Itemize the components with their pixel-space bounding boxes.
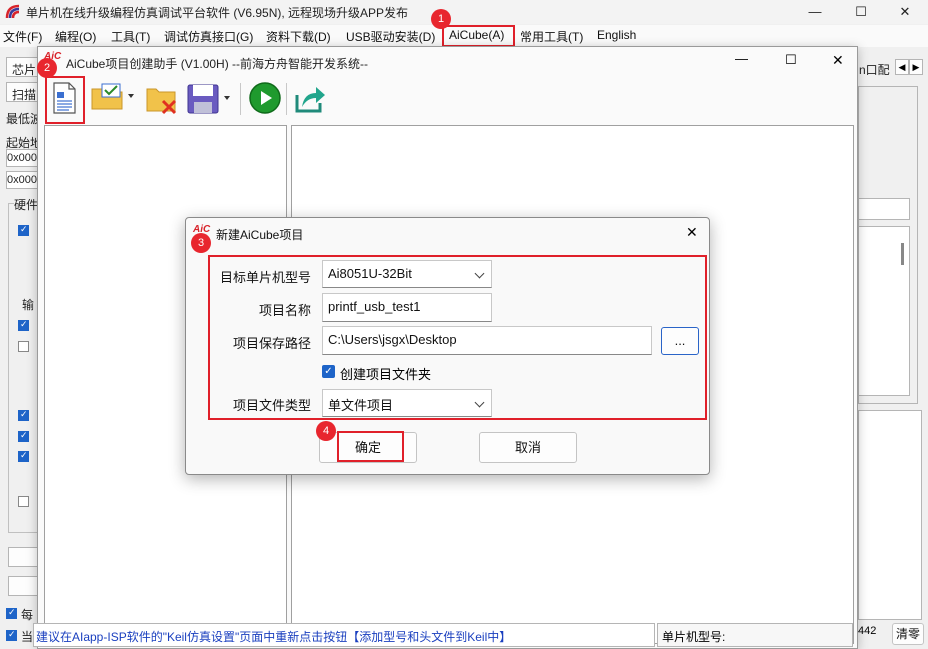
hint-text: 建议在AIapp-ISP软件的"Keil仿真设置"页面中重新点击按钮【添加型号和…: [36, 630, 512, 644]
io-label: 输: [22, 298, 35, 312]
start-addr-field[interactable]: 0x000: [6, 149, 38, 167]
scan-button[interactable]: 扫描: [6, 82, 38, 102]
hint-field: 建议在AIapp-ISP软件的"Keil仿真设置"页面中重新点击按钮【添加型号和…: [33, 623, 655, 647]
current-checkbox[interactable]: [6, 629, 17, 641]
hw-option-checkbox-5[interactable]: [18, 496, 29, 507]
main-window-title: 单片机在线升级编程仿真调试平台软件 (V6.95N), 远程现场升级APP发布: [26, 6, 409, 20]
hw-option-checkbox-4[interactable]: [18, 450, 29, 462]
each-time-label: 每: [21, 608, 34, 622]
hw-option-checkbox-2[interactable]: [18, 409, 29, 421]
close-project-button[interactable]: [145, 81, 179, 117]
app-logo-icon: [5, 4, 20, 19]
hw-option-checkbox-1[interactable]: [18, 224, 29, 236]
close-button[interactable]: ✕: [882, 0, 928, 24]
scrollbar-thumb[interactable]: [901, 243, 904, 265]
main-title-bar: 单片机在线升级编程仿真调试平台软件 (V6.95N), 远程现场升级APP发布 …: [0, 0, 928, 24]
right-panel-list: [858, 226, 910, 396]
dialog-close-button[interactable]: ✕: [686, 224, 698, 241]
menu-debug-interface[interactable]: 调试仿真接口(G): [164, 28, 253, 45]
status-bar: 当 建议在AIapp-ISP软件的"Keil仿真设置"页面中重新点击按钮【添加型…: [0, 623, 928, 649]
io-option-checkbox-1[interactable]: [18, 319, 29, 331]
menu-file[interactable]: 文件(F): [3, 28, 42, 45]
highlight-dialog-fields: [208, 255, 707, 420]
count-value: 442: [858, 625, 877, 637]
step-badge-3: 3: [191, 233, 211, 253]
open-project-button[interactable]: [90, 81, 136, 117]
end-addr-field[interactable]: 0x000: [6, 171, 38, 189]
highlight-new-project: [45, 76, 85, 124]
folder-delete-icon: [146, 88, 177, 115]
right-output-area: [858, 410, 922, 620]
step-badge-4: 4: [316, 421, 336, 441]
current-label: 当: [21, 630, 34, 644]
play-icon: [249, 82, 281, 114]
each-time-checkbox[interactable]: [6, 607, 17, 619]
share-export-icon: [295, 87, 325, 113]
clear-button[interactable]: 清零: [892, 623, 924, 645]
save-disk-icon: [187, 84, 230, 114]
highlight-aicube-menu: [442, 25, 515, 47]
cancel-button[interactable]: 取消: [479, 432, 577, 463]
hw-option-checkbox-3[interactable]: [18, 430, 29, 442]
menu-downloads[interactable]: 资料下载(D): [266, 28, 331, 45]
save-project-button[interactable]: [186, 81, 234, 117]
tab-scroll-right-icon[interactable]: ▶: [909, 59, 923, 75]
wizard-close-button[interactable]: ✕: [832, 52, 846, 68]
open-folder-icon: [91, 83, 134, 110]
menu-tools[interactable]: 工具(T): [111, 28, 150, 45]
toolbar-separator-2: [286, 83, 287, 115]
side-button-1[interactable]: [8, 547, 38, 567]
right-panel-field[interactable]: [858, 198, 910, 220]
right-tab-label[interactable]: n口配: [859, 61, 890, 78]
side-button-2[interactable]: [8, 576, 38, 596]
mcu-type-label: 单片机型号:: [662, 630, 726, 644]
step-badge-1: 1: [431, 9, 451, 29]
wizard-minimize-button[interactable]: —: [735, 52, 749, 67]
wizard-maximize-button[interactable]: ☐: [785, 52, 799, 67]
io-option-checkbox-2[interactable]: [18, 341, 29, 352]
tab-scroll-left-icon[interactable]: ◀: [895, 59, 909, 75]
dialog-title: 新建AiCube项目: [216, 228, 304, 242]
hardware-options-group: 硬件: [8, 196, 39, 533]
wizard-title: AiCube项目创建助手 (V1.00H) --前海方舟智能开发系统--: [66, 57, 369, 71]
toolbar-separator: [240, 83, 241, 115]
menu-usb-driver[interactable]: USB驱动安装(D): [346, 28, 435, 45]
export-button[interactable]: [294, 81, 328, 117]
menu-english[interactable]: English: [597, 28, 636, 42]
menu-common-tools[interactable]: 常用工具(T): [520, 28, 583, 45]
run-button[interactable]: [248, 81, 282, 117]
menu-program[interactable]: 编程(O): [55, 28, 96, 45]
minimize-button[interactable]: —: [792, 0, 838, 24]
mcu-type-field: 单片机型号:: [657, 623, 853, 647]
step-badge-2: 2: [37, 58, 57, 78]
chip-select[interactable]: 芯片: [6, 57, 38, 77]
maximize-button[interactable]: ☐: [838, 0, 884, 24]
highlight-ok-button: [337, 431, 404, 462]
